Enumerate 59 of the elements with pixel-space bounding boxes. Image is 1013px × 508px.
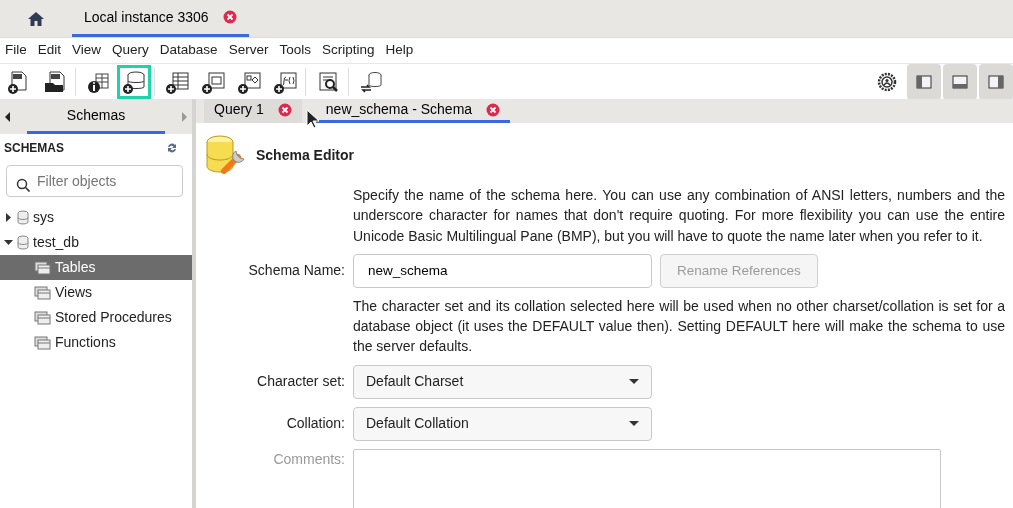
panel-toggle[interactable] (907, 63, 941, 100)
filter-field[interactable]: Filter objects (6, 165, 183, 197)
field-label: Collation: (285, 414, 345, 434)
panel-heading: SCHEMAS (4, 140, 64, 157)
menu-item[interactable]: Help (380, 40, 420, 61)
caret-icon (629, 379, 639, 385)
folder-icon (34, 310, 51, 325)
menu-item[interactable]: Query (107, 40, 155, 61)
dropdown[interactable]: Default Charset (353, 364, 652, 399)
panel-toggle[interactable] (943, 63, 977, 100)
menu-item[interactable]: Server (223, 40, 275, 61)
schema-editor-icon (204, 133, 248, 177)
panel-toggle[interactable] (979, 63, 1013, 100)
toolbar-button[interactable] (117, 64, 151, 99)
close-icon (222, 10, 237, 24)
connection-tab[interactable]: Local instance 3306 (72, 0, 249, 37)
left-arrow-icon (4, 110, 11, 123)
menu-item[interactable]: Scripting (316, 40, 381, 61)
description-text: Specify the name of the schema here. You can use any combination of ANSI letters, numbers and the underscore character for names that don't require quoting. For more flexibility you can use the entire Unicode Basic Multilingual Pane (BMP), but you will have to quote the name later when you refer to it. (353, 186, 1005, 246)
menu-item[interactable]: Database (154, 40, 224, 61)
folder-icon (34, 335, 51, 350)
panel-layout-icon (952, 74, 968, 89)
home-icon[interactable] (27, 10, 45, 27)
tree-item[interactable]: test_db (0, 230, 192, 255)
sql-file-icon (42, 68, 68, 95)
editor-title: Schema Editor (256, 145, 355, 165)
panel-layout-icon (916, 74, 932, 89)
menu-item[interactable]: File (0, 40, 33, 61)
database-plus-icon (121, 68, 147, 95)
comments-field[interactable] (353, 448, 941, 508)
tree-item[interactable]: Views (0, 280, 192, 305)
field-label: Comments: (272, 449, 345, 469)
right-arrow-icon (181, 110, 188, 123)
tree-item[interactable]: Tables (0, 255, 192, 280)
description-text: The character set and its collation selected here will be used when no other charset/collation is set for a database object (it uses the DEFAULT value then). Setting DEFAULT here will make the schema to use the server defaults. (353, 296, 1005, 357)
schema-name-field[interactable]: new_schema (353, 253, 652, 288)
tree-item[interactable]: Stored Procedures (0, 305, 192, 330)
folder-icon (34, 260, 51, 275)
menu-item[interactable]: Tools (274, 40, 317, 61)
field-label: Character set: (256, 372, 345, 392)
tree-item[interactable]: Functions (0, 330, 192, 355)
pointer-icon (306, 108, 320, 130)
collapsed-icon (4, 213, 13, 222)
dropdown[interactable]: Default Collation (353, 406, 652, 441)
menu-item[interactable]: View (67, 40, 108, 61)
field-label: Schema Name: (247, 261, 345, 281)
panel-layout-icon (988, 74, 1004, 89)
close-icon (486, 102, 501, 117)
menu-item[interactable]: Edit (32, 40, 68, 61)
expanded-icon (4, 238, 13, 247)
database-icon (17, 235, 29, 250)
close-icon (277, 102, 292, 117)
database-icon (17, 210, 29, 225)
editor-tab[interactable]: Query 1 (204, 99, 302, 123)
folder-icon (34, 285, 51, 300)
refresh-icon[interactable] (166, 142, 178, 154)
gear-icon[interactable] (877, 71, 897, 92)
caret-icon (629, 421, 639, 427)
tree-item[interactable]: sys (0, 205, 192, 230)
